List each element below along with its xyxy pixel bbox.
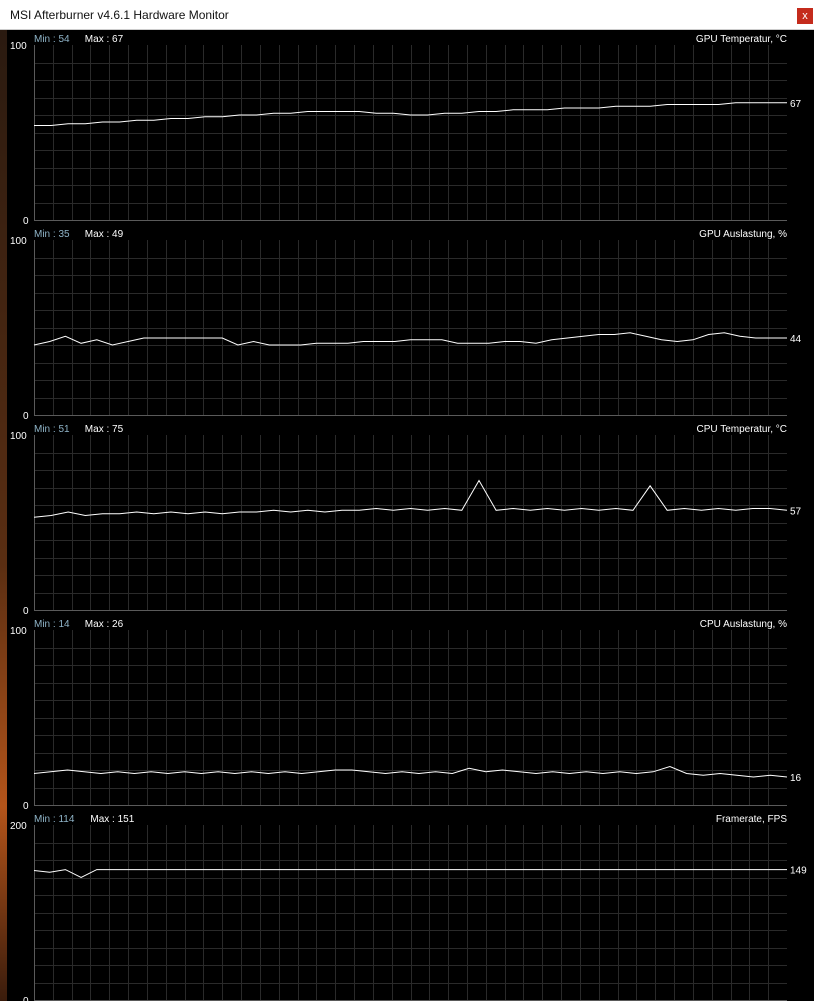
- y-axis-min-label: 0: [23, 801, 29, 812]
- min-value-label: Min : 54: [34, 34, 70, 45]
- min-value-label: Min : 114: [34, 814, 75, 825]
- graph-title: CPU Temperatur, °C: [696, 424, 787, 435]
- max-value-label: Max : 151: [90, 814, 134, 825]
- grid: [34, 240, 787, 415]
- grid: [34, 435, 787, 610]
- min-value-label: Min : 51: [34, 424, 70, 435]
- y-axis-max-label: 100: [10, 236, 27, 247]
- graph-title: Framerate, FPS: [716, 814, 787, 825]
- y-axis-max-label: 100: [10, 431, 27, 442]
- y-axis-min-label: 0: [23, 411, 29, 422]
- graph-title: CPU Auslastung, %: [700, 619, 787, 630]
- desktop-background-strip: [0, 30, 7, 1001]
- close-label: x: [802, 10, 808, 22]
- current-value-label: 57: [790, 506, 802, 517]
- title-bar: MSI Afterburner v4.6.1 Hardware Monitor …: [0, 0, 814, 30]
- y-axis-min-label: 0: [23, 216, 29, 227]
- min-value-label: Min : 35: [34, 229, 70, 240]
- y-axis-max-label: 100: [10, 41, 27, 52]
- hardware-monitor-panel[interactable]: 100 0 Min : 54 Max : 67 GPU Temperatur, °C 67…: [7, 30, 814, 1001]
- y-axis-max-label: 200: [10, 821, 27, 832]
- max-value-label: Max : 26: [85, 619, 124, 630]
- y-axis-min-label: 0: [23, 996, 29, 1001]
- max-value-label: Max : 67: [85, 34, 124, 45]
- current-value-label: 44: [790, 334, 802, 345]
- graph-gpu-temperature: 100 0 Min : 54 Max : 67 GPU Temperatur, °C 67: [10, 34, 802, 227]
- grid: [34, 630, 787, 805]
- graph-title: GPU Temperatur, °C: [696, 34, 787, 45]
- monitor-graphs: 100 0 Min : 54 Max : 67 GPU Temperatur, °C 67…: [10, 34, 807, 1001]
- graph-cpu-usage: 100 0 Min : 14 Max : 26 CPU Auslastung, % 16: [10, 619, 802, 812]
- grid: [34, 825, 787, 1000]
- max-value-label: Max : 49: [85, 229, 124, 240]
- y-axis-max-label: 100: [10, 626, 27, 637]
- graph-title: GPU Auslastung, %: [699, 229, 787, 240]
- current-value-label: 67: [790, 99, 802, 110]
- current-value-label: 16: [790, 773, 802, 784]
- y-axis-min-label: 0: [23, 606, 29, 617]
- close-icon[interactable]: x: [797, 8, 813, 24]
- grid: [34, 45, 787, 220]
- min-value-label: Min : 14: [34, 619, 70, 630]
- graph-gpu-usage: 100 0 Min : 35 Max : 49 GPU Auslastung, % 44: [10, 229, 802, 422]
- graph-framerate: 200 0 Min : 114 Max : 151 Framerate, FPS 149: [10, 814, 807, 1001]
- window-title: MSI Afterburner v4.6.1 Hardware Monitor: [10, 8, 229, 22]
- max-value-label: Max : 75: [85, 424, 124, 435]
- graph-cpu-temperature: 100 0 Min : 51 Max : 75 CPU Temperatur, °C 57: [10, 424, 802, 617]
- current-value-label: 149: [790, 866, 807, 877]
